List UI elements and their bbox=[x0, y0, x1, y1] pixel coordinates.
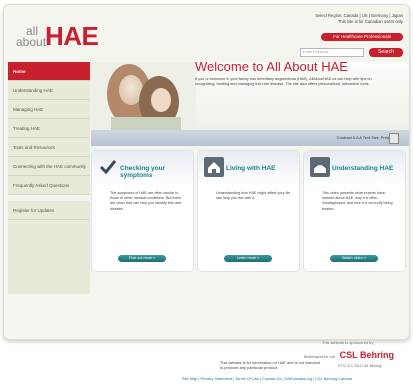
logo-text-hae: HAE bbox=[45, 21, 99, 51]
card-text: This video presents what experts have le… bbox=[322, 191, 393, 211]
csl-tagline: Biotherapies for Life bbox=[304, 355, 336, 359]
check-icon bbox=[99, 160, 117, 175]
sidebar-item-connecting-community[interactable]: Connecting with the HAE community bbox=[8, 157, 90, 176]
csl-name: CSL Behring bbox=[339, 350, 394, 360]
hero-text: If you or someone in your family has her… bbox=[195, 77, 372, 87]
hero-photo bbox=[91, 62, 196, 130]
learn-more-button[interactable]: Learn more » bbox=[224, 255, 272, 262]
csl-behring-logo[interactable]: Biotherapies for Life CSL Behring bbox=[304, 350, 394, 360]
sidebar-nav: Home Understanding HAE Managing HAE Trea… bbox=[8, 62, 90, 294]
sidebar-fill bbox=[8, 220, 90, 294]
search-button[interactable]: Search bbox=[369, 48, 403, 57]
sidebar-item-treating-hae[interactable]: Treating HAE bbox=[8, 119, 90, 138]
card-title: Living with HAE bbox=[226, 165, 276, 172]
card-title: Understanding HAE bbox=[332, 165, 394, 172]
sidebar-item-register[interactable]: Register for Updates bbox=[8, 201, 90, 220]
accessibility-toolbar: Contrast A A A Text Size Print bbox=[91, 130, 409, 146]
sidebar-item-managing-hae[interactable]: Managing HAE bbox=[8, 100, 90, 119]
page: all about HAE Select Region: Canada | US… bbox=[0, 0, 413, 389]
region-selector: Select Region: Canada | US | Germany | J… bbox=[315, 13, 403, 25]
sponsor-text: This website is sponsored by bbox=[322, 340, 374, 345]
card-text: The symptoms of HAE are often similar to… bbox=[110, 191, 182, 211]
print-label[interactable]: Print bbox=[381, 135, 389, 140]
card-checking-symptoms: Checking your symptoms The symptoms of H… bbox=[91, 150, 194, 272]
card-living-with-hae: Living with HAE Understanding how HAE mi… bbox=[197, 150, 300, 272]
sidebar-item-faq[interactable]: Frequently Asked Questions bbox=[8, 176, 90, 195]
sidebar-item-home[interactable]: Home bbox=[8, 62, 90, 81]
contrast-label[interactable]: Contrast bbox=[337, 135, 352, 140]
video-icon bbox=[310, 157, 330, 177]
watch-video-button[interactable]: Watch video » bbox=[330, 255, 378, 262]
healthcare-professionals-button[interactable]: For Healthcare Professionals bbox=[321, 33, 403, 41]
sidebar-item-tools-resources[interactable]: Tools and Resources bbox=[8, 138, 90, 157]
text-size-label[interactable]: A A A Text Size bbox=[353, 135, 379, 140]
hero-title: Welcome to All About HAE bbox=[195, 62, 348, 74]
footer-copyright: ST7C-5 © 2011 CSL Behring bbox=[338, 364, 382, 368]
sidebar-item-understanding-hae[interactable]: Understanding HAE bbox=[8, 81, 90, 100]
region-note: This site is for Canadian users only bbox=[337, 19, 403, 24]
card-title: Checking your symptoms bbox=[120, 165, 166, 179]
feature-cards: Checking your symptoms The symptoms of H… bbox=[91, 150, 409, 272]
card-text: Understanding how HAE might affect your … bbox=[216, 191, 291, 201]
logo-text-about: about bbox=[16, 35, 47, 49]
find-out-more-button[interactable]: Find out more » bbox=[118, 255, 166, 262]
home-icon bbox=[204, 157, 224, 177]
hero-banner: Welcome to All About HAE If you or someo… bbox=[91, 62, 409, 130]
printer-icon[interactable] bbox=[389, 133, 399, 144]
footer-disclaimer: This website is for information on HAE a… bbox=[220, 360, 320, 370]
search-input[interactable]: Enter Keyword bbox=[300, 48, 364, 57]
text-size-controls[interactable]: Contrast A A A Text Size bbox=[337, 135, 379, 140]
logo[interactable]: all about HAE bbox=[16, 21, 106, 55]
card-understanding-hae: Understanding HAE This video presents wh… bbox=[303, 150, 406, 272]
footer-links[interactable]: Site Map | Privacy Statement | Terms Of … bbox=[182, 376, 352, 381]
main-frame: all about HAE Select Region: Canada | US… bbox=[3, 4, 410, 340]
